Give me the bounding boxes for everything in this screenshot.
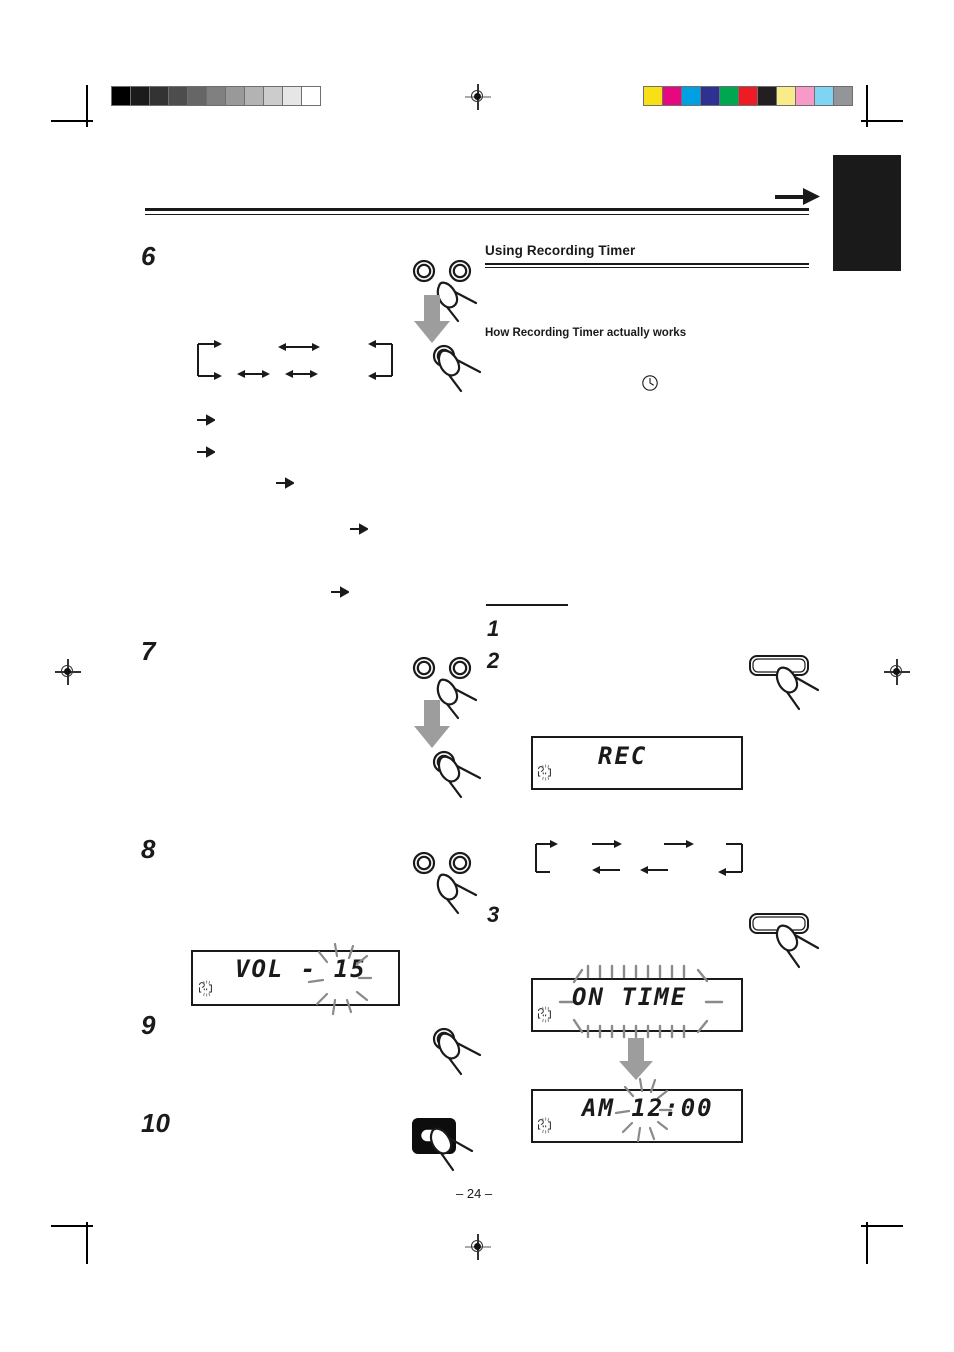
step-number-8: 8 [141, 834, 156, 864]
crop-mark-bottom-left-v [86, 1222, 88, 1264]
step-number-2: 2 [487, 648, 500, 673]
press-round-button-icon-6[interactable] [428, 342, 506, 404]
lcd-am-time-text: AM 12:00 [582, 1094, 714, 1122]
registration-mark-bottom [465, 1234, 491, 1260]
timer-blinking-icon-rec [538, 764, 551, 781]
clock-icon [642, 375, 658, 391]
inline-arrow-icon-5 [331, 586, 349, 598]
down-arrow-icon-6 [414, 295, 450, 343]
crop-mark-top-right-h [861, 120, 903, 122]
crop-mark-bottom-right-v [866, 1222, 868, 1264]
press-remote-bar-button-icon-2[interactable] [748, 654, 836, 726]
inline-arrow-icon-2 [197, 446, 215, 458]
manual-page: Using Recording Timer How Recording Time… [0, 0, 954, 1352]
mode-cycle-diagram-left [197, 340, 393, 380]
step-number-6: 6 [141, 241, 156, 271]
step-number-1: 1 [487, 616, 500, 641]
right-column-rule [486, 604, 568, 606]
step-number-9: 9 [141, 1010, 156, 1040]
subsection-title: How Recording Timer actually works [485, 327, 687, 339]
crop-mark-bottom-right-h [861, 1225, 903, 1227]
crop-mark-bottom-left-h [51, 1225, 93, 1227]
press-round-button-icon-9[interactable] [428, 1025, 506, 1087]
press-round-button-icon-7[interactable] [428, 748, 506, 810]
section-title-underline [485, 263, 809, 268]
registration-mark-top [465, 84, 491, 110]
crop-mark-top-left-h [51, 120, 93, 122]
grayscale-calibration-bar [111, 86, 321, 106]
mode-cycle-diagram-right [535, 840, 743, 876]
down-arrow-icon-7 [414, 700, 450, 748]
press-black-panel-button-icon-10[interactable] [410, 1118, 502, 1188]
inline-arrow-icon-3 [276, 477, 294, 489]
page-section-title: Using Recording Timer [485, 243, 636, 258]
step-number-10: 10 [141, 1108, 170, 1138]
header-rule-thin [145, 213, 809, 215]
registration-mark-right [884, 659, 910, 685]
chapter-thumb-tab [833, 155, 901, 271]
down-arrow-icon-on-time [619, 1038, 653, 1080]
timer-blinking-icon-on-time [538, 1006, 551, 1023]
step-number-3: 3 [487, 902, 500, 927]
inline-arrow-icon-4 [350, 523, 368, 535]
timer-blinking-icon-vol [199, 980, 212, 997]
chapter-tab-arrow-icon [775, 188, 820, 205]
page-number: – 24 – [456, 1186, 493, 1201]
press-remote-bar-button-icon-3[interactable] [748, 912, 836, 984]
lcd-rec-text: REC [598, 742, 648, 770]
lcd-vol-text: VOL - 15 [235, 955, 367, 983]
timer-blinking-icon-am-time [538, 1117, 551, 1134]
registration-mark-left [55, 659, 81, 685]
header-rule [145, 208, 809, 212]
step-number-7: 7 [141, 636, 156, 666]
lcd-on-time-text: ON TIME [572, 983, 688, 1011]
inline-arrow-icon-1 [197, 414, 215, 426]
color-calibration-bar [643, 86, 853, 106]
